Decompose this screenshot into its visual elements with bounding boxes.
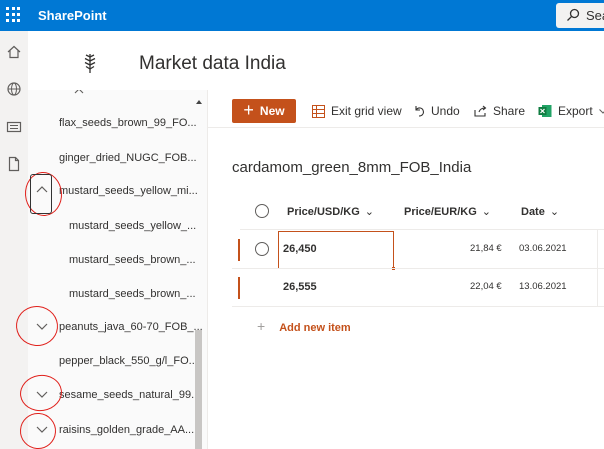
nav-scrollbar[interactable] <box>194 100 204 449</box>
cell-date[interactable]: 13.06.2021 <box>519 281 567 292</box>
undo-button[interactable]: Undo <box>413 104 460 118</box>
table-row[interactable]: 26,450 21,84 € 03.06.2021 <box>232 231 604 270</box>
nav-item-peanuts-java[interactable]: peanuts_java_60-70_FOB_... <box>59 321 203 333</box>
row-select-radio[interactable] <box>255 242 269 256</box>
column-header-usd[interactable]: Price/USD/KG ⌄ <box>287 205 374 218</box>
nav-item-pepper-black[interactable]: pepper_black_550_g/l_FO... <box>59 355 198 367</box>
globe-icon[interactable] <box>6 81 22 97</box>
nav-item-flax-seeds[interactable]: flax_seeds_brown_99_FO... <box>59 117 197 129</box>
cell-date[interactable]: 03.06.2021 <box>519 243 567 254</box>
plus-icon: + <box>243 100 254 120</box>
header-divider <box>240 229 604 230</box>
search-placeholder: Sea <box>586 8 604 23</box>
site-title[interactable]: Market data India <box>139 53 286 75</box>
cell-eur[interactable]: 21,84 € <box>470 243 502 254</box>
search-icon <box>567 8 580 21</box>
cell-usd[interactable]: 26,555 <box>283 281 317 293</box>
app-launcher-icon[interactable] <box>6 7 22 23</box>
grid-icon <box>312 104 325 118</box>
nav-chevron-up-icon[interactable] <box>74 90 84 94</box>
app-name[interactable]: SharePoint <box>38 8 107 23</box>
nav-subitem-mustard-yellow[interactable]: mustard_seeds_yellow_... <box>69 220 196 232</box>
table-row[interactable]: 26,555 22,04 € 13.06.2021 <box>232 269 604 307</box>
add-new-item-button[interactable]: + Add new item <box>257 318 351 334</box>
annotation-box <box>30 174 52 214</box>
row-indicator <box>238 277 240 299</box>
excel-icon <box>538 105 552 117</box>
nav-subitem-mustard-brown-1[interactable]: mustard_seeds_brown_... <box>69 254 196 266</box>
column-header-date[interactable]: Date ⌄ <box>521 205 559 218</box>
search-box[interactable]: Sea <box>556 3 604 28</box>
scroll-thumb[interactable] <box>195 330 202 449</box>
chevron-down-icon: ⌄ <box>364 206 374 218</box>
nav-item-sesame-seeds[interactable]: sesame_seeds_natural_99... <box>59 389 200 401</box>
undo-icon <box>415 106 425 117</box>
list-title: cardamom_green_8mm_FOB_India <box>232 159 472 176</box>
chevron-down-icon: ⌄ <box>481 206 491 218</box>
new-button[interactable]: + New <box>232 99 296 123</box>
row-indicator <box>238 239 240 261</box>
suite-bar: SharePoint Sea <box>0 0 604 31</box>
site-logo-icon[interactable] <box>82 52 98 74</box>
nav-item-mustard-yellow-group[interactable]: mustard_seeds_yellow_mi... <box>59 185 198 197</box>
exit-grid-view-button[interactable]: Exit grid view <box>312 104 402 118</box>
select-all-radio[interactable] <box>255 204 269 218</box>
scroll-up-arrow-icon[interactable] <box>196 100 202 104</box>
column-divider <box>597 230 598 306</box>
nav-item-raisins-golden[interactable]: raisins_golden_grade_AA... <box>59 424 194 436</box>
chevron-down-icon <box>598 108 604 114</box>
column-header-eur[interactable]: Price/EUR/KG ⌄ <box>404 205 491 218</box>
chevron-down-icon: ⌄ <box>549 206 560 218</box>
share-button[interactable]: Share <box>474 104 525 118</box>
plus-icon: + <box>257 318 266 334</box>
nav-subitem-mustard-brown-2[interactable]: mustard_seeds_brown_... <box>69 288 196 300</box>
nav-item-ginger-dried[interactable]: ginger_dried_NUGC_FOB... <box>59 152 197 164</box>
document-icon[interactable] <box>6 156 22 172</box>
cell-eur[interactable]: 22,04 € <box>470 281 502 292</box>
cell-usd[interactable]: 26,450 <box>283 243 317 255</box>
export-button[interactable]: Export <box>538 104 604 118</box>
home-icon[interactable] <box>6 44 22 60</box>
command-bar: + New Exit grid view Undo Share Export <box>208 90 604 128</box>
news-icon[interactable] <box>6 119 22 135</box>
share-icon <box>474 105 487 117</box>
